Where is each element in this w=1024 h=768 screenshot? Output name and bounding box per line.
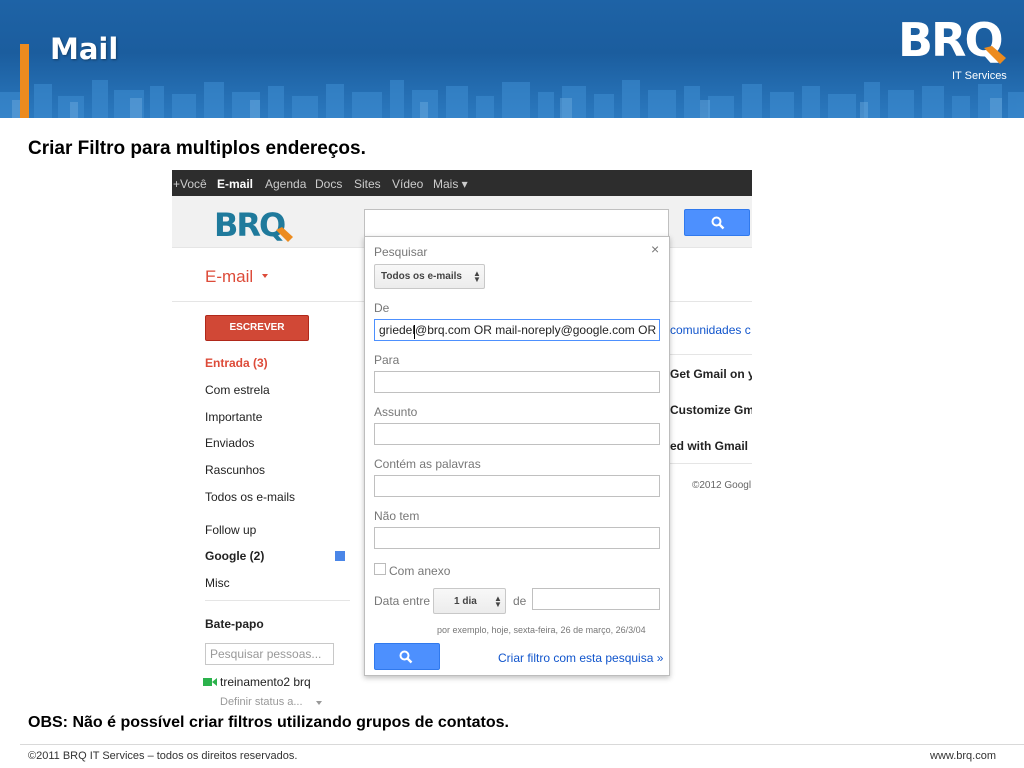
chevron-down-icon[interactable] [262, 274, 268, 278]
nav-item-sent[interactable]: Enviados [205, 436, 254, 450]
gmail-screenshot: +Você E-mail Agenda Docs Sites Vídeo Mai… [172, 170, 752, 706]
date-field[interactable] [532, 588, 660, 610]
brq-logo: BRQ [898, 13, 1006, 67]
footer-website[interactable]: www.brq.com [930, 750, 996, 762]
date-within-value: 1 dia [454, 596, 477, 607]
footer-copyright: ©2011 BRQ IT Services – todos os direito… [28, 750, 298, 762]
nav-item-follow-up[interactable]: Follow up [205, 523, 256, 537]
chevron-down-icon[interactable] [316, 701, 322, 705]
close-icon[interactable]: × [651, 241, 659, 257]
topbar-item-docs[interactable]: Docs [315, 177, 342, 191]
divider [205, 600, 350, 601]
from-label: De [374, 301, 390, 315]
slide: Mail BRQ IT Services Criar Filtro para m… [0, 0, 1024, 768]
subject-field[interactable] [374, 423, 660, 445]
compose-button[interactable]: ESCREVER [205, 315, 309, 341]
footer-divider [20, 744, 1024, 745]
updown-arrows-icon: ▲ ▼ [473, 269, 481, 284]
right-panel-link[interactable]: comunidades c [670, 323, 752, 337]
has-attachment-checkbox[interactable] [374, 563, 386, 575]
filter-dialog: × Pesquisar Todos os e-mails ▲ ▼ De gried… [364, 236, 670, 676]
topbar-item-sites[interactable]: Sites [354, 177, 381, 191]
date-of-label: de [513, 594, 527, 608]
to-field[interactable] [374, 371, 660, 393]
video-camera-icon [203, 678, 217, 686]
nav-item-misc[interactable]: Misc [205, 576, 230, 590]
chat-heading[interactable]: Bate-papo [205, 617, 264, 631]
nav-item-inbox[interactable]: Entrada (3) [205, 356, 268, 370]
google-top-bar: +Você E-mail Agenda Docs Sites Vídeo Mai… [172, 170, 752, 196]
text-cursor [414, 325, 415, 339]
topbar-item-mais[interactable]: Mais ▾ [433, 177, 468, 191]
filter-search-button[interactable] [374, 643, 440, 670]
right-panel-item[interactable]: Get Gmail on y [670, 367, 752, 381]
gmail-search-input[interactable] [364, 209, 669, 237]
subject-label: Assunto [374, 405, 418, 419]
right-panel-item[interactable]: Customize Gm [670, 403, 752, 417]
gmail-search-button[interactable] [684, 209, 750, 236]
date-within-label: Data entre [374, 594, 431, 608]
topbar-item-email[interactable]: E-mail [217, 177, 253, 191]
has-words-field[interactable] [374, 475, 660, 497]
search-icon [399, 650, 413, 664]
divider [670, 301, 752, 302]
nav-item-starred[interactable]: Com estrela [205, 383, 270, 397]
doesnt-have-field[interactable] [374, 527, 660, 549]
has-words-label: Contém as palavras [374, 457, 481, 471]
divider [670, 463, 752, 464]
app-switcher-email[interactable]: E-mail [205, 267, 253, 287]
observation-note: OBS: Não é possível criar filtros utiliz… [28, 714, 509, 731]
chat-user-name[interactable]: treinamento2 brq [220, 675, 311, 689]
logo-subtitle: IT Services [952, 70, 1007, 82]
slide-subtitle: Criar Filtro para multiplos endereços. [28, 138, 366, 159]
nav-item-drafts[interactable]: Rascunhos [205, 463, 265, 477]
header-banner: Mail BRQ IT Services [0, 0, 1024, 118]
nav-item-all-mail[interactable]: Todos os e-mails [205, 490, 295, 504]
to-label: Para [374, 353, 400, 367]
title-accent-bar [20, 44, 29, 118]
right-panel-copyright: ©2012 Googl [692, 480, 752, 491]
has-attachment-label[interactable]: Com anexo [389, 564, 450, 578]
svg-text:BRQ: BRQ [214, 206, 285, 244]
topbar-item-agenda[interactable]: Agenda [265, 177, 306, 191]
nav-item-important[interactable]: Importante [205, 410, 262, 424]
skyline-decoration [0, 80, 1024, 118]
topbar-item-voce[interactable]: +Você [173, 177, 207, 191]
chat-status-selector[interactable]: Definir status a... [220, 696, 303, 706]
create-filter-link[interactable]: Criar filtro com esta pesquisa » [498, 651, 663, 665]
nav-item-google[interactable]: Google (2) [205, 549, 264, 563]
chat-search-input[interactable]: Pesquisar pessoas... [205, 643, 334, 665]
date-within-select[interactable]: 1 dia ▲ ▼ [433, 588, 506, 614]
search-scope-label: Pesquisar [374, 245, 428, 259]
search-scope-select[interactable]: Todos os e-mails ▲ ▼ [374, 264, 485, 289]
search-icon [711, 216, 725, 230]
divider [670, 354, 752, 355]
doesnt-have-label: Não tem [374, 509, 420, 523]
from-field[interactable]: griedel@brq.com OR mail-noreply@google.c… [374, 319, 660, 341]
right-panel-item[interactable]: ed with Gmail [670, 439, 752, 453]
label-color-square[interactable] [335, 551, 345, 561]
brq-logo-small[interactable]: BRQ [214, 202, 298, 246]
topbar-item-video[interactable]: Vídeo [392, 177, 423, 191]
date-hint: por exemplo, hoje, sexta-feira, 26 de ma… [437, 625, 646, 635]
slide-title: Mail [50, 32, 119, 66]
svg-text:BRQ: BRQ [898, 13, 1002, 67]
updown-arrows-icon: ▲ ▼ [494, 594, 502, 609]
search-scope-value: Todos os e-mails [381, 271, 462, 282]
